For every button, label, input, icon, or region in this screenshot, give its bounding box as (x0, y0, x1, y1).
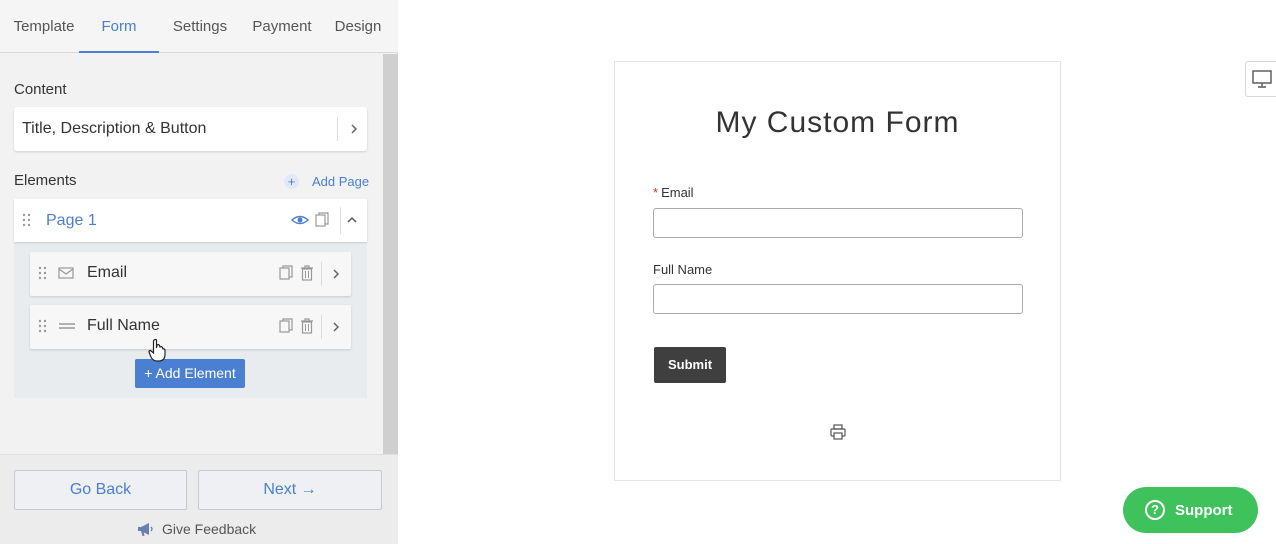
tab-payment[interactable]: Payment (244, 0, 320, 53)
builder-tabs: Template Form Settings Payment Design (0, 0, 398, 53)
content-card-label: Title, Description & Button (22, 120, 207, 137)
element-card-full-name[interactable]: Full Name (30, 305, 351, 349)
printer-icon[interactable] (829, 423, 847, 441)
full-name-field-label: Full Name (653, 262, 712, 277)
hand-pointer-cursor-icon (148, 338, 166, 362)
support-button[interactable]: ? Support (1123, 487, 1258, 533)
support-label: Support (1175, 501, 1233, 519)
drag-handle-icon[interactable] (22, 213, 31, 227)
go-back-button[interactable]: Go Back (14, 470, 187, 510)
tab-template[interactable]: Template (0, 0, 88, 53)
eye-icon[interactable] (291, 212, 309, 228)
email-label-text: Email (661, 185, 694, 200)
megaphone-icon (138, 522, 153, 536)
divider (321, 262, 322, 286)
required-asterisk: * (653, 185, 659, 200)
duplicate-icon[interactable] (279, 318, 293, 334)
drag-handle-icon[interactable] (38, 319, 47, 333)
add-page-button[interactable]: + Add Page (284, 172, 369, 190)
content-heading: Content (14, 81, 67, 98)
page-1-header[interactable]: Page 1 (14, 199, 367, 242)
duplicate-icon[interactable] (315, 212, 329, 228)
divider (337, 117, 338, 141)
chevron-right-icon[interactable] (347, 119, 361, 139)
email-field-label: * Email (653, 185, 694, 200)
chevron-right-icon[interactable] (329, 317, 343, 337)
desktop-preview-toggle[interactable] (1245, 61, 1276, 97)
email-field[interactable] (653, 208, 1023, 238)
tab-form[interactable]: Form (79, 0, 159, 53)
elements-heading: Elements (14, 172, 77, 189)
full-name-label-text: Full Name (653, 262, 713, 277)
add-element-button[interactable]: + Add Element (135, 359, 245, 388)
next-button[interactable]: Next → (198, 470, 382, 510)
tab-settings[interactable]: Settings (162, 0, 238, 53)
chevron-right-icon[interactable] (329, 264, 343, 284)
panel-scrollbar[interactable] (383, 54, 398, 454)
element-card-email[interactable]: Email (30, 252, 351, 296)
plus-icon: + (284, 173, 299, 189)
drag-handle-icon[interactable] (38, 266, 47, 280)
chevron-up-icon[interactable] (345, 212, 359, 228)
divider (340, 207, 341, 234)
desktop-monitor-icon (1252, 70, 1272, 88)
full-name-field[interactable] (653, 284, 1023, 314)
element-label: Email (87, 264, 128, 281)
envelope-icon (58, 267, 74, 279)
give-feedback-label: Give Feedback (162, 521, 257, 537)
submit-button[interactable]: Submit (654, 347, 726, 383)
text-lines-icon (59, 323, 75, 329)
duplicate-icon[interactable] (279, 265, 293, 281)
page-title[interactable]: Page 1 (46, 199, 97, 242)
trash-icon[interactable] (300, 318, 314, 334)
trash-icon[interactable] (300, 265, 314, 281)
add-page-label: Add Page (312, 173, 370, 189)
divider (321, 315, 322, 339)
form-title: My Custom Form (715, 106, 960, 139)
question-circle-icon: ? (1145, 500, 1165, 520)
tab-design[interactable]: Design (326, 0, 390, 53)
give-feedback-link[interactable]: Give Feedback (137, 519, 256, 539)
content-title-description-button-card[interactable]: Title, Description & Button (14, 107, 367, 151)
